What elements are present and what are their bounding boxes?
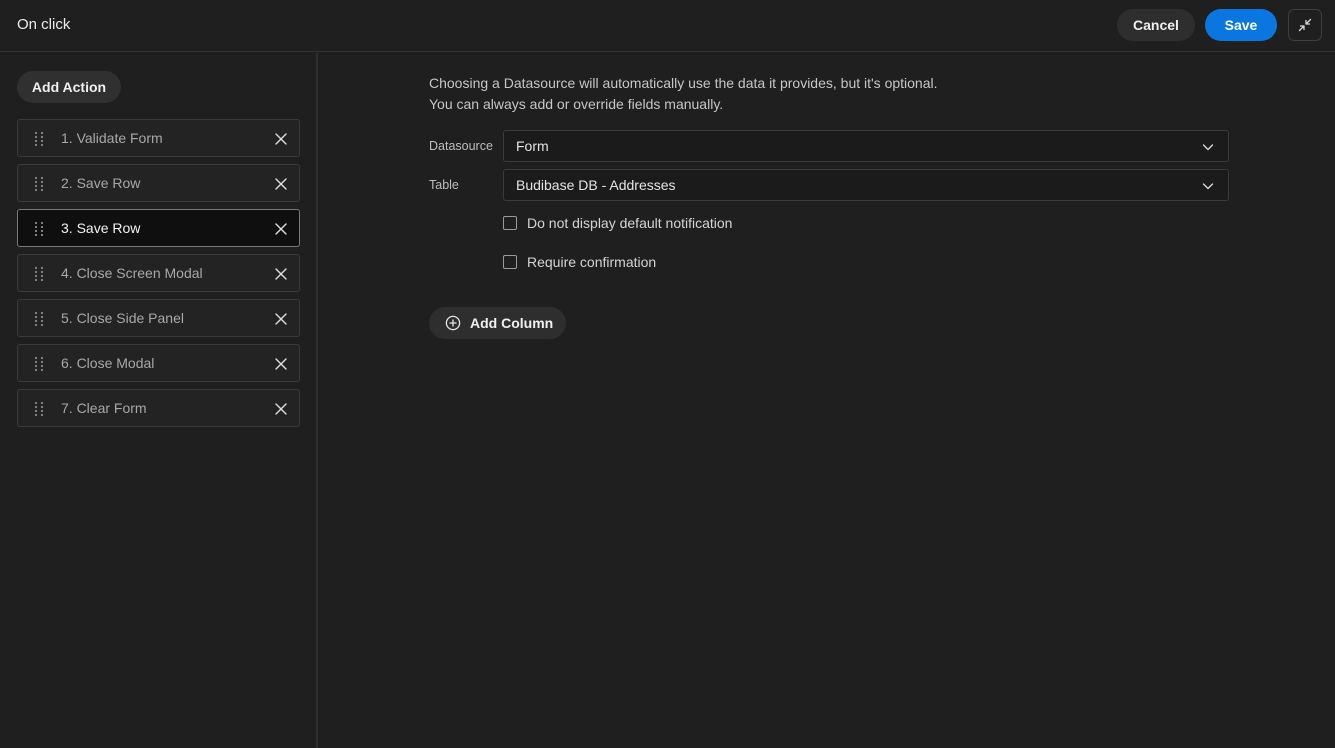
action-item[interactable]: 1. Validate Form <box>17 119 300 157</box>
plus-circle-icon <box>445 315 461 331</box>
action-item-label: 4. Close Screen Modal <box>61 265 203 281</box>
drag-handle-icon[interactable] <box>34 401 44 417</box>
close-icon[interactable] <box>274 177 288 191</box>
notification-checkbox[interactable] <box>503 216 517 230</box>
close-icon[interactable] <box>274 357 288 371</box>
close-icon[interactable] <box>274 132 288 146</box>
action-item[interactable]: 7. Clear Form <box>17 389 300 427</box>
chevron-down-icon <box>1202 144 1214 151</box>
drag-handle-icon[interactable] <box>34 176 44 192</box>
action-settings-panel: Choosing a Datasource will automatically… <box>319 53 1335 748</box>
modal-title: On click <box>17 16 71 33</box>
actions-sidebar: Add Action 1. Validate Form 2. Save Row 3.… <box>0 53 318 748</box>
chevron-down-icon <box>1202 183 1214 190</box>
action-item-label: 7. Clear Form <box>61 400 147 416</box>
confirmation-checkbox[interactable] <box>503 255 517 269</box>
drag-handle-icon[interactable] <box>34 221 44 237</box>
drag-handle-icon[interactable] <box>34 311 44 327</box>
minimize-icon <box>1298 18 1312 32</box>
add-action-button[interactable]: Add Action <box>17 71 121 103</box>
datasource-label: Datasource <box>429 139 493 153</box>
description-line: You can always add or override fields ma… <box>429 96 724 112</box>
minimize-button[interactable] <box>1288 9 1322 41</box>
action-item[interactable]: 2. Save Row <box>17 164 300 202</box>
datasource-select[interactable]: Form <box>503 130 1229 162</box>
description-line: Choosing a Datasource will automatically… <box>429 75 938 91</box>
table-label: Table <box>429 178 459 192</box>
save-button[interactable]: Save <box>1205 9 1277 41</box>
datasource-description: Choosing a Datasource will automatically… <box>429 73 938 115</box>
datasource-value: Form <box>516 138 549 154</box>
action-list: 1. Validate Form 2. Save Row 3. Save Row 4.… <box>17 119 300 434</box>
action-item-label: 2. Save Row <box>61 175 141 191</box>
drag-handle-icon[interactable] <box>34 266 44 282</box>
action-item-label: 6. Close Modal <box>61 355 155 371</box>
table-value: Budibase DB - Addresses <box>516 177 676 193</box>
close-icon[interactable] <box>274 267 288 281</box>
cancel-button[interactable]: Cancel <box>1117 9 1195 41</box>
close-icon[interactable] <box>274 222 288 236</box>
action-item[interactable]: 5. Close Side Panel <box>17 299 300 337</box>
add-column-button[interactable]: Add Column <box>429 307 566 339</box>
confirmation-checkbox-label: Require confirmation <box>527 254 657 270</box>
drag-handle-icon[interactable] <box>34 131 44 147</box>
action-item-label: 5. Close Side Panel <box>61 310 184 326</box>
modal-header: On click Cancel Save <box>0 0 1335 52</box>
notification-checkbox-label: Do not display default notification <box>527 215 733 231</box>
action-item[interactable]: 3. Save Row <box>17 209 300 247</box>
close-icon[interactable] <box>274 312 288 326</box>
action-item-label: 3. Save Row <box>61 220 141 236</box>
add-column-label: Add Column <box>470 315 554 331</box>
close-icon[interactable] <box>274 402 288 416</box>
confirmation-option: Require confirmation <box>503 253 656 271</box>
action-item[interactable]: 6. Close Modal <box>17 344 300 382</box>
drag-handle-icon[interactable] <box>34 356 44 372</box>
action-item[interactable]: 4. Close Screen Modal <box>17 254 300 292</box>
action-item-label: 1. Validate Form <box>61 130 163 146</box>
notification-option: Do not display default notification <box>503 214 732 232</box>
table-select[interactable]: Budibase DB - Addresses <box>503 169 1229 201</box>
